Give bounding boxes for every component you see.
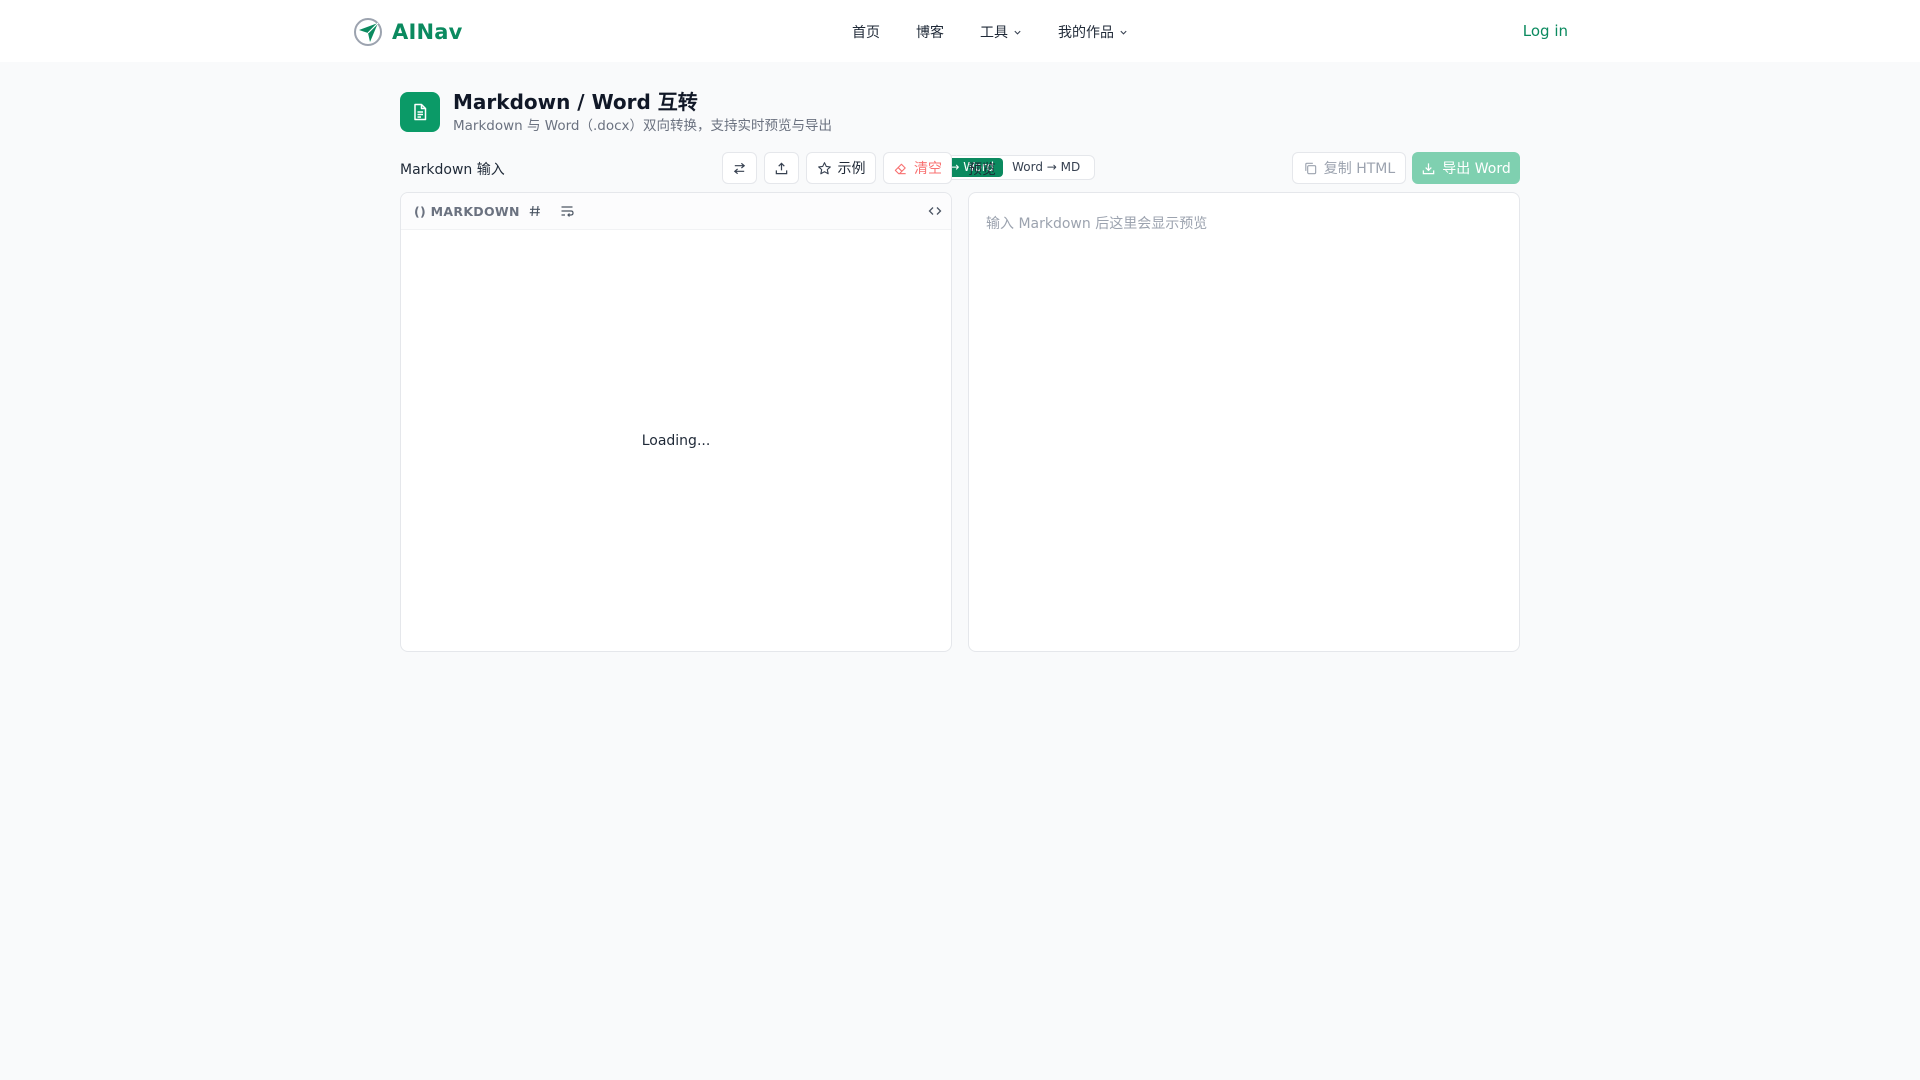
code-icon[interactable] (927, 203, 943, 219)
clear-button[interactable]: 清空 (883, 152, 952, 184)
export-word-button[interactable]: 导出 Word (1412, 152, 1520, 184)
example-button[interactable]: 示例 (806, 152, 876, 184)
logo-text: AINav (392, 20, 463, 44)
nav-blog-label: 博客 (916, 25, 944, 41)
nav-blog[interactable]: 博客 (916, 22, 944, 42)
eraser-icon (894, 163, 906, 174)
main-nav: 首页 博客 工具 我的作品 (852, 22, 1164, 42)
copy-html-label: 复制 HTML (1323, 161, 1396, 177)
copy-html-button[interactable]: 复制 HTML (1292, 152, 1406, 184)
editor-label: () MARKDOWN (414, 204, 520, 219)
toolbar: Markdown 输入 MD → Word Word → MD 示例 清空 预览 (400, 152, 1520, 184)
markdown-editor-panel: () MARKDOWN Loading... (400, 192, 952, 652)
download-icon (1423, 162, 1435, 174)
export-word-label: 导出 Word (1442, 161, 1511, 177)
clear-label: 清空 (914, 161, 942, 177)
nav-my-works[interactable]: 我的作品 (1058, 22, 1128, 42)
nav-my-works-label: 我的作品 (1058, 25, 1114, 41)
wrap-text-icon[interactable] (559, 203, 575, 219)
editor-loading-text: Loading... (641, 433, 711, 449)
chevron-down-icon (1014, 30, 1021, 35)
upload-icon (775, 161, 788, 174)
copy-icon (1305, 162, 1316, 174)
preview-label: 预览 (968, 162, 996, 178)
login-link[interactable]: Log in (1523, 22, 1568, 40)
logo-link[interactable]: AINav (353, 17, 463, 47)
markdown-input-label: Markdown 输入 (400, 162, 505, 178)
swap-icon (733, 162, 746, 174)
preview-panel: 输入 Markdown 后这里会显示预览 (968, 192, 1520, 652)
top-navbar: AINav 首页 博客 工具 我的作品 Log in (0, 0, 1920, 62)
preview-placeholder: 输入 Markdown 后这里会显示预览 (986, 216, 1208, 232)
logo-icon (354, 18, 382, 46)
editor-header: () MARKDOWN (401, 193, 951, 230)
chevron-down-icon (1120, 30, 1127, 35)
page-header: Markdown / Word 互转 Markdown 与 Word（.docx… (400, 90, 832, 135)
hash-icon[interactable] (527, 203, 543, 219)
page-subtitle: Markdown 与 Word（.docx）双向转换，支持实时预览与导出 (453, 118, 833, 134)
nav-tools-label: 工具 (980, 25, 1008, 41)
mode-word-to-md[interactable]: Word → MD (1003, 158, 1089, 177)
example-label: 示例 (837, 161, 866, 177)
nav-home[interactable]: 首页 (852, 22, 880, 42)
swap-button[interactable] (722, 152, 757, 184)
nav-tools[interactable]: 工具 (980, 22, 1022, 42)
page-title: Markdown / Word 互转 (453, 90, 698, 114)
upload-button[interactable] (764, 152, 799, 184)
nav-home-label: 首页 (852, 25, 880, 41)
star-icon (817, 161, 831, 174)
document-icon (400, 92, 440, 132)
